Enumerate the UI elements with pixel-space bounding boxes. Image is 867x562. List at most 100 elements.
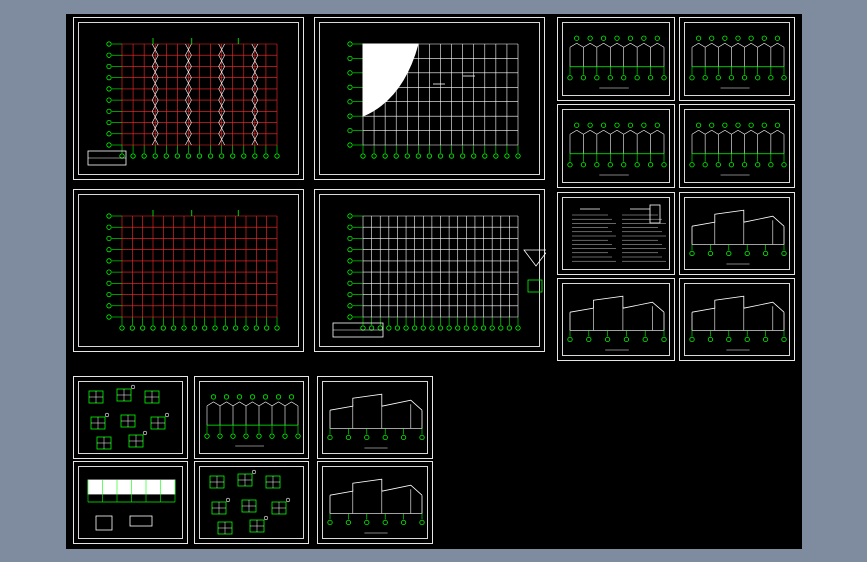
- detail-callout: [251, 469, 257, 475]
- grid-bubble-bottom: [233, 325, 239, 331]
- grid-bubble-bottom: [455, 325, 461, 331]
- grid-bubble-left: [106, 41, 112, 47]
- sheet-frame-section-1[interactable]: [679, 192, 795, 275]
- grid-bubble-left: [106, 291, 112, 298]
- sheet-frame-section-2[interactable]: [557, 278, 675, 361]
- grid-bubble-bottom: [394, 325, 401, 331]
- grid-bubble-left: [106, 75, 112, 81]
- ridge-marker: [735, 122, 741, 128]
- grid-bubble-bottom: [594, 75, 600, 81]
- roof-slope-line: [718, 42, 726, 48]
- roof-slope-line: [219, 401, 227, 407]
- roof-slope-line: [764, 129, 772, 135]
- sheet-connection-details-2[interactable]: [194, 461, 309, 544]
- grid-bubble-bottom: [586, 336, 592, 343]
- detail-callout: [104, 412, 110, 418]
- wall-detail: [129, 515, 153, 527]
- ridge-marker: [275, 394, 282, 400]
- grid-bubble-bottom: [567, 162, 573, 168]
- ridge-marker: [600, 122, 607, 128]
- roof-slope-line: [724, 42, 732, 48]
- sheet-purlin-layout-plan[interactable]: [73, 189, 304, 352]
- roof-slope-line: [206, 401, 214, 407]
- sheet-elevation-3[interactable]: [557, 104, 675, 188]
- grid-bubble-bottom: [274, 325, 280, 331]
- sheet-frame-section-3[interactable]: [679, 278, 795, 361]
- sheet-roof-bracing-plan[interactable]: [314, 189, 546, 352]
- ridge-marker: [223, 394, 230, 400]
- grid-bubble-left: [347, 41, 353, 47]
- grid-bubble-left: [347, 99, 353, 105]
- sheet-elevation-1[interactable]: [557, 17, 675, 101]
- grid-bubble-bottom: [345, 434, 351, 441]
- ridge-marker: [627, 35, 634, 41]
- grid-bubble-bottom: [419, 519, 425, 526]
- sheet-drawing: [689, 209, 787, 265]
- detail-callout: [164, 412, 170, 418]
- roof-slope-line: [239, 401, 247, 407]
- ridge-marker: [774, 35, 781, 41]
- ridge-marker: [722, 35, 728, 41]
- sheet-drawing: [567, 35, 667, 89]
- grid-bubble-left: [347, 213, 353, 219]
- grid-bubble-bottom: [480, 325, 487, 331]
- grid-bubble-left: [106, 224, 112, 230]
- sheet-roof-plan[interactable]: [314, 17, 545, 180]
- grid-bubble-bottom: [661, 162, 667, 168]
- grid-bubble-bottom: [647, 162, 654, 168]
- roof-slope-line: [704, 42, 712, 48]
- grid-bubble-bottom: [160, 325, 166, 331]
- grid-bubble-bottom: [498, 325, 504, 331]
- roof-slope-line: [589, 42, 598, 48]
- section-roof-profile: [569, 295, 665, 313]
- sheet-drawing: [689, 35, 787, 89]
- grid-bubble-bottom: [196, 153, 203, 159]
- sheet-frame-section-5[interactable]: [317, 461, 433, 544]
- grid-bubble-bottom: [371, 153, 377, 159]
- sheet-elevation-5[interactable]: [194, 376, 309, 459]
- roof-slope-line: [731, 129, 739, 135]
- ridge-marker: [641, 35, 647, 41]
- sheet-elevation-4[interactable]: [679, 104, 795, 188]
- sheet-frame-section-4[interactable]: [317, 376, 433, 459]
- ridge-marker: [709, 35, 715, 41]
- grid-bubble-bottom: [241, 153, 247, 159]
- sheet-design-notes[interactable]: [557, 192, 675, 275]
- grid-bubble-bottom: [140, 325, 146, 331]
- ridge-marker: [695, 122, 702, 128]
- sheet-drawing: [572, 204, 666, 262]
- ridge-marker: [761, 35, 767, 41]
- sheet-column-layout-plan[interactable]: [73, 17, 304, 180]
- sheet-elevation-2[interactable]: [679, 17, 795, 101]
- grid-bubble-bottom: [264, 325, 270, 331]
- detail-callout: [130, 384, 136, 390]
- grid-bubble-bottom: [243, 433, 249, 439]
- sheet-wall-elevation[interactable]: [73, 461, 188, 544]
- detail-callout: [225, 497, 231, 503]
- sheet-drawing: [88, 384, 170, 450]
- roof-slope-line: [643, 129, 651, 135]
- roof-slope-line: [711, 129, 719, 135]
- ridge-marker: [654, 35, 660, 41]
- grid-bubble-left: [347, 314, 353, 320]
- grid-bubble-bottom: [181, 325, 187, 331]
- grid-bubble-bottom: [689, 75, 695, 81]
- roof-slope-line: [616, 129, 624, 135]
- grid-bubble-bottom: [364, 519, 370, 526]
- model-space-canvas[interactable]: [66, 14, 802, 549]
- wall-detail: [95, 515, 113, 531]
- grid-bubble-bottom: [129, 325, 135, 331]
- grid-bubble-bottom: [744, 250, 750, 257]
- sheet-connection-details-1[interactable]: [73, 376, 188, 459]
- notes-detail: [649, 204, 661, 224]
- roof-slope-line: [744, 42, 752, 48]
- grid-bubble-left: [106, 86, 112, 92]
- sheet-drawing: [327, 393, 425, 449]
- ridge-marker: [695, 35, 702, 41]
- grid-bubble-bottom: [755, 162, 761, 168]
- grid-bubble-bottom: [661, 336, 667, 343]
- roof-slope-line: [630, 42, 638, 48]
- roof-slope-line: [657, 129, 665, 135]
- grid-bubble-bottom: [768, 162, 774, 168]
- grid-bubble-bottom: [202, 325, 208, 331]
